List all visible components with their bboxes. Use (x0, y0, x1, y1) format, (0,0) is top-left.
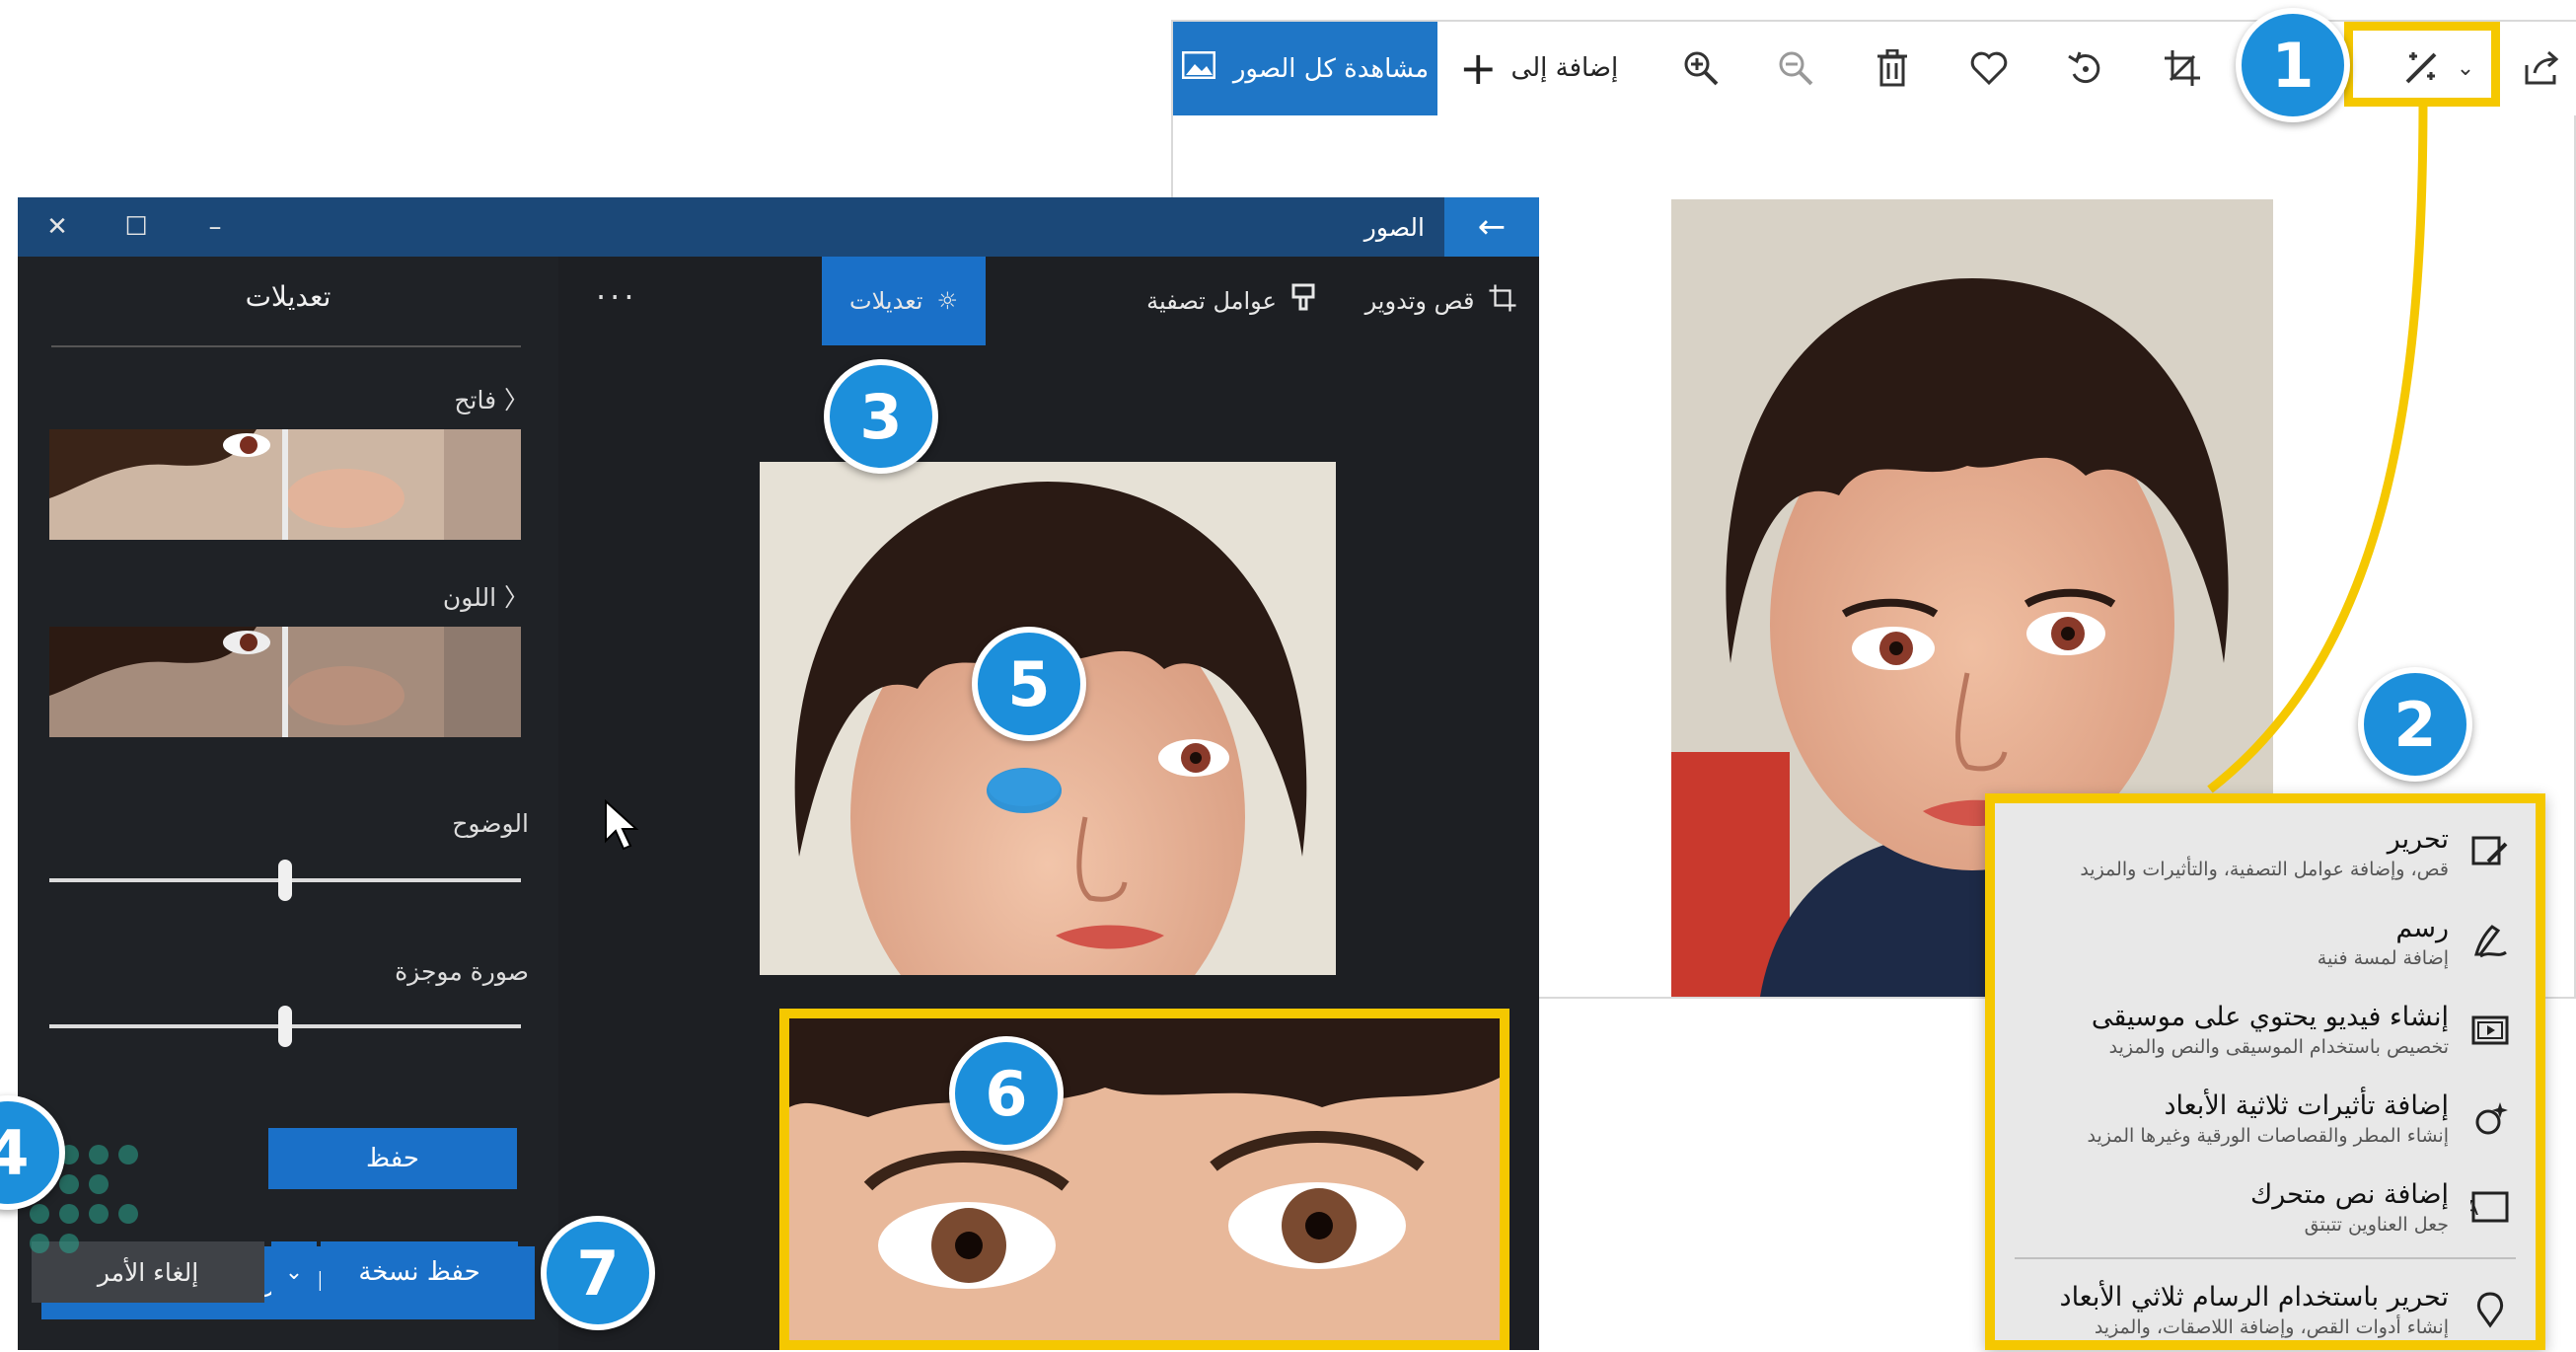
draw-icon (2459, 909, 2522, 972)
clarity-slider-thumb[interactable] (278, 860, 292, 901)
paint3d-icon (2459, 1278, 2522, 1341)
chevron-left-icon: 〈 (496, 386, 529, 414)
menu-item-animated-text[interactable]: A إضافة نص متحرك جعل العناوين تتبتق (1995, 1164, 2536, 1249)
preview-split-line (282, 627, 288, 737)
menu-item-title: تحرير (2387, 823, 2449, 855)
tab-adjustments-label: تعديلات (849, 287, 923, 315)
light-preview-thumbnail[interactable] (49, 429, 521, 540)
delete-icon[interactable] (1858, 34, 1927, 103)
editor-title-bar: ✕ ☐ – الصور ← (18, 197, 1539, 257)
panel-divider (51, 345, 521, 347)
mouse-cursor-icon (605, 799, 639, 851)
vignette-label: صورة موجزة (395, 957, 529, 986)
tab-filters[interactable]: عوامل تصفية (1133, 257, 1330, 345)
callout-6: 6 (949, 1036, 1064, 1151)
svg-text:A: A (2470, 1196, 2478, 1220)
rotate-icon[interactable] (2051, 34, 2120, 103)
editor-app-title: الصور (1363, 212, 1425, 242)
add-to-label: إضافة إلى (1510, 53, 1619, 83)
save-button[interactable]: حفظ (268, 1128, 517, 1189)
menu-item-title: تحرير باستخدام الرسام ثلاثي الأبعاد (2059, 1281, 2449, 1313)
save-options-chevron-icon[interactable]: ⌄ (271, 1241, 317, 1303)
crop-icon[interactable] (2148, 34, 2217, 103)
menu-item-title: إنشاء فيديو يحتوي على موسيقى (2091, 1001, 2449, 1032)
filter-brush-icon (1290, 283, 1316, 319)
zoom-in-icon[interactable] (1666, 34, 1735, 103)
callout-1: 1 (2236, 8, 2350, 122)
save-copy-button[interactable]: حفظ نسخة (321, 1241, 518, 1303)
color-preview-thumbnail[interactable] (49, 627, 521, 737)
callout-3: 3 (824, 359, 938, 474)
crop-icon (1488, 283, 1517, 319)
preview-split-line (282, 429, 288, 540)
section-light[interactable]: 〈 فاتح (454, 381, 529, 416)
menu-item-edit[interactable]: تحرير قص، وإضافة عوامل التصفية، والتأثير… (1995, 809, 2536, 894)
menu-divider (2015, 1257, 2516, 1259)
minimize-icon[interactable]: – (176, 197, 255, 257)
menu-item-subtitle: قص، وإضافة عوامل التصفية، والتأثيرات وال… (2080, 858, 2449, 880)
edit-create-menu: تحرير قص، وإضافة عوامل التصفية، والتأثير… (1985, 793, 2545, 1350)
chevron-left-icon: 〈 (496, 583, 529, 612)
menu-item-paint3d[interactable]: تحرير باستخدام الرسام ثلاثي الأبعاد إنشا… (1995, 1267, 2536, 1352)
effects-3d-icon (2459, 1087, 2522, 1150)
menu-item-subtitle: إضافة لمسة فنية (2317, 946, 2449, 969)
section-light-label: فاتح (454, 386, 497, 414)
tab-crop-label: قص وتدوير (1364, 287, 1475, 315)
menu-item-subtitle: إنشاء المطر والقصاصات الورقية وغيرها الم… (2087, 1124, 2449, 1147)
animated-text-icon: A (2459, 1175, 2522, 1239)
menu-item-title: إضافة تأثيرات ثلاثية الأبعاد (2164, 1089, 2449, 1121)
callout-5: 5 (972, 627, 1086, 741)
menu-item-subtitle: جعل العناوين تتبتق (2304, 1213, 2449, 1236)
see-all-label: مشاهدة كل الصور (1232, 53, 1430, 84)
share-icon[interactable] (2507, 34, 2576, 103)
vignette-slider-thumb[interactable] (278, 1006, 292, 1047)
edit-icon (2459, 820, 2522, 883)
section-color-label: اللون (442, 583, 497, 612)
tab-adjustments[interactable]: ☼ تعديلات (822, 257, 986, 345)
more-options-icon[interactable]: ··· (596, 278, 638, 316)
sun-icon: ☼ (936, 287, 958, 315)
callout-2: 2 (2358, 667, 2472, 782)
plus-icon: + (1459, 41, 1498, 95)
zoomed-eyes-preview (779, 1009, 1509, 1350)
tab-filters-label: عوامل تصفية (1146, 287, 1277, 315)
maximize-icon[interactable]: ☐ (97, 197, 176, 257)
panel-title: تعديلات (245, 280, 331, 313)
edit-create-highlight (2344, 22, 2500, 107)
menu-item-subtitle: تخصيص باستخدام الموسيقى والنص والمزيد (2108, 1035, 2449, 1058)
red-eye-marker (987, 768, 1062, 813)
clarity-label: الوضوح (452, 809, 529, 838)
back-arrow-icon[interactable]: ← (1444, 197, 1539, 257)
section-color[interactable]: 〈 اللون (443, 578, 529, 614)
menu-item-video[interactable]: إنشاء فيديو يحتوي على موسيقى تخصيص باستخ… (1995, 987, 2536, 1072)
close-icon[interactable]: ✕ (18, 197, 97, 257)
editor-tabs: ··· قص وتدوير عوامل تصفية ☼ تعديلات (558, 257, 1539, 345)
video-icon (2459, 998, 2522, 1061)
gallery-icon (1181, 50, 1216, 86)
menu-item-draw[interactable]: رسم إضافة لمسة فنية (1995, 898, 2536, 983)
add-to-button[interactable]: إضافة إلى + (1459, 34, 1618, 103)
zoom-out-icon[interactable] (1761, 34, 1830, 103)
see-all-photos-button[interactable]: مشاهدة كل الصور (1173, 22, 1437, 115)
menu-item-3d-effects[interactable]: إضافة تأثيرات ثلاثية الأبعاد إنشاء المطر… (1995, 1076, 2536, 1161)
heart-icon[interactable] (1954, 34, 2024, 103)
callout-7: 7 (541, 1216, 655, 1330)
menu-item-subtitle: إنشاء أدوات القص، وإضافة اللاصقات، والمز… (2094, 1315, 2449, 1338)
tab-crop[interactable]: قص وتدوير (1343, 257, 1540, 345)
menu-item-title: رسم (2395, 912, 2449, 943)
menu-item-title: إضافة نص متحرك (2250, 1178, 2449, 1210)
